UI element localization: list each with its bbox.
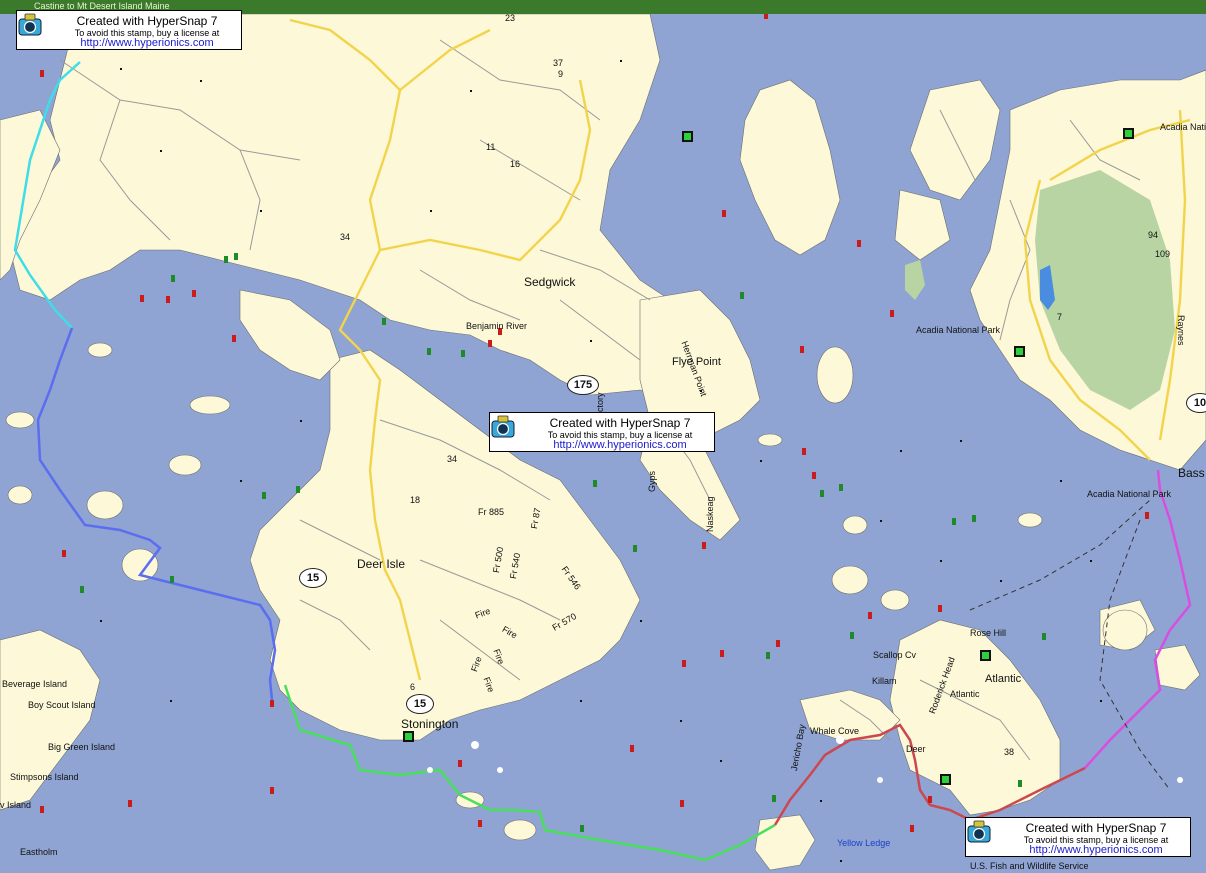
label-us-fish: U.S. Fish and Wildlife Service [970,861,1089,871]
label-cow-island: v Island [0,800,32,810]
watermark-stamp: Created with HyperSnap 7 To avoid this s… [489,412,715,452]
depth-label: 34 [340,232,351,242]
label-killam: Killam [872,676,897,686]
label-scallop-cv: Scallop Cv [873,650,917,660]
watermark-stamp: Created with HyperSnap 7 To avoid this s… [16,10,242,50]
label-acadia-natio: Acadia Natio [1160,122,1206,132]
stamp-link[interactable]: http://www.hyperionics.com [528,439,712,451]
camera-icon [491,415,515,438]
label-benjamin-river: Benjamin River [466,321,528,331]
label-gypsum: Gyps [647,470,657,492]
depth-label: 34 [447,454,458,464]
label-whale-cove: Whale Cove [810,726,860,736]
label-eastholm: Eastholm [20,847,58,857]
route-shield-175: 175 [567,375,599,395]
depth-label: 94 [1148,230,1159,240]
label-stonington: Stonington [401,717,459,731]
depth-label: 38 [1004,747,1015,757]
stamp-link[interactable]: http://www.hyperionics.com [55,37,239,49]
route-shield-15: 15 [406,694,434,714]
label-deer: Deer [906,744,926,754]
label-victory: ctory [595,392,605,412]
label-acadia-np-2: Acadia National Park [1087,489,1172,499]
label-rose-hill: Rose Hill [970,628,1007,638]
label-acadia-np-1: Acadia National Park [916,325,1001,335]
depth-label: 7 [1057,312,1063,322]
camera-icon [18,13,42,36]
depth-label: 23 [505,13,516,23]
depth-label: 18 [410,495,421,505]
stamp-link[interactable]: http://www.hyperionics.com [1004,844,1188,856]
depth-label: 16 [510,159,521,169]
stamp-title: Created with HyperSnap 7 [76,14,218,28]
label-yellow-ledge: Yellow Ledge [837,838,891,848]
label-fr885: Fr 885 [478,507,505,517]
label-bass: Bass [1178,466,1205,480]
label-big-green-island: Big Green Island [48,742,116,752]
label-stimpsons-island: Stimpsons Island [10,772,79,782]
route-shield-15: 15 [299,568,327,588]
label-boy-scout-island: Boy Scout Island [28,700,96,710]
label-raynes: Raynes [1176,315,1186,346]
depth-label: 11 [486,142,496,152]
stamp-title: Created with HyperSnap 7 [1025,821,1167,835]
stamp-title: Created with HyperSnap 7 [549,416,691,430]
camera-icon [967,820,991,843]
depth-label: 9 [558,69,564,79]
watermark-stamp: Created with HyperSnap 7 To avoid this s… [965,817,1191,857]
map-canvas[interactable]: Castine to Mt Desert Island Maine Sedgwi… [0,0,1206,873]
label-beverage-island: Beverage Island [2,679,68,689]
label-naskeag: Naskeag [705,496,715,532]
label-sedgwick: Sedgwick [524,275,576,289]
depth-label: 109 [1155,249,1171,259]
depth-label: 37 [553,58,564,68]
label-deer-isle: Deer Isle [357,557,406,571]
label-atlantic-1: Atlantic [985,673,1022,685]
label-atlantic-2: Atlantic [950,689,980,699]
depth-label: 6 [410,682,416,692]
